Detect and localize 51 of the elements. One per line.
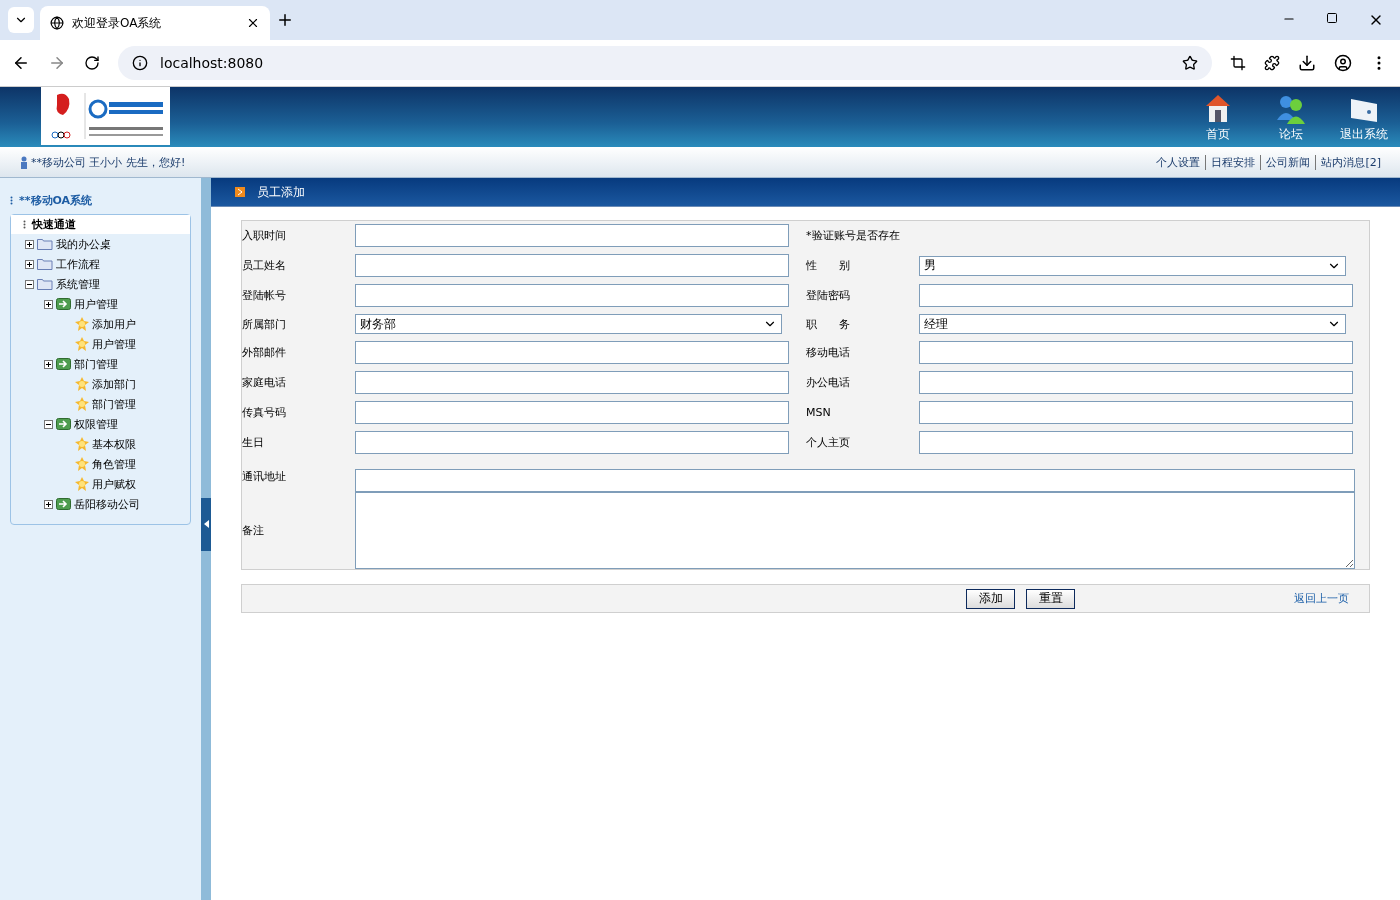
- field-label: 个人主页: [806, 435, 851, 450]
- tree-item[interactable]: 权限管理: [74, 416, 118, 432]
- field-label: 传真号码: [242, 405, 287, 420]
- section-title[interactable]: 快速通道: [32, 217, 76, 232]
- browser-tab[interactable]: 欢迎登录OA系统: [40, 6, 270, 40]
- tree-item[interactable]: 工作流程: [56, 256, 100, 272]
- tree-item[interactable]: 添加部门: [92, 376, 136, 392]
- greeting-text: **移动公司 王小小 先生，您好!: [31, 154, 186, 170]
- nav-link[interactable]: 首页: [1181, 87, 1254, 147]
- back-link[interactable]: 返回上一页: [1294, 591, 1349, 606]
- select-field[interactable]: 财务部: [355, 314, 782, 334]
- sidebar-title: **移动OA系统: [19, 193, 93, 208]
- field-label: 备注: [242, 523, 265, 538]
- page-title: 员工添加: [257, 183, 305, 201]
- tree-item[interactable]: 部门管理: [74, 356, 118, 372]
- field-label: 外部邮件: [242, 345, 287, 360]
- top-link[interactable]: 公司新闻: [1260, 154, 1316, 170]
- select-field[interactable]: 经理: [919, 314, 1346, 334]
- tree-item[interactable]: 用户管理: [92, 336, 136, 352]
- top-link[interactable]: 个人设置: [1151, 154, 1206, 170]
- tree-item[interactable]: 添加用户: [92, 316, 136, 332]
- tree-item[interactable]: 我的办公桌: [56, 236, 111, 252]
- nav-link[interactable]: 退出系统: [1327, 87, 1400, 147]
- field-label: 移动电话: [806, 345, 851, 360]
- tree-item[interactable]: 用户管理: [74, 296, 118, 312]
- select-field[interactable]: 男: [919, 255, 1346, 276]
- field-label: 入职时间: [242, 228, 287, 243]
- nav-link[interactable]: 论坛: [1254, 87, 1327, 147]
- form-button[interactable]: 重置: [1026, 588, 1075, 609]
- form-button[interactable]: 添加: [966, 588, 1015, 609]
- tree-item[interactable]: 角色管理: [92, 456, 136, 472]
- tree-item[interactable]: 用户赋权: [92, 476, 136, 492]
- top-link[interactable]: 日程安排: [1205, 154, 1261, 170]
- field-label: 登陆密码: [806, 288, 851, 303]
- field-label: 性 别: [806, 258, 851, 273]
- field-label: 员工姓名: [242, 258, 287, 273]
- field-label: 职 务: [806, 316, 851, 332]
- top-link[interactable]: 站内消息[2]: [1315, 154, 1386, 170]
- field-label: 生日: [242, 435, 265, 450]
- field-label: 通讯地址: [242, 469, 287, 485]
- field-label: 登陆帐号: [242, 288, 287, 303]
- field-label: 所属部门: [242, 316, 287, 332]
- hint-text: *验证账号是否存在: [806, 228, 901, 243]
- field-label: 办公电话: [806, 375, 851, 390]
- tree-item[interactable]: 岳阳移动公司: [74, 496, 140, 512]
- tree-item[interactable]: 基本权限: [92, 436, 136, 452]
- field-label: 家庭电话: [242, 375, 287, 390]
- tree-item[interactable]: 部门管理: [92, 396, 136, 412]
- field-label: MSN: [806, 406, 832, 419]
- address-field[interactable]: localhost:8080: [118, 46, 1212, 80]
- tree-item[interactable]: 系统管理: [56, 276, 100, 292]
